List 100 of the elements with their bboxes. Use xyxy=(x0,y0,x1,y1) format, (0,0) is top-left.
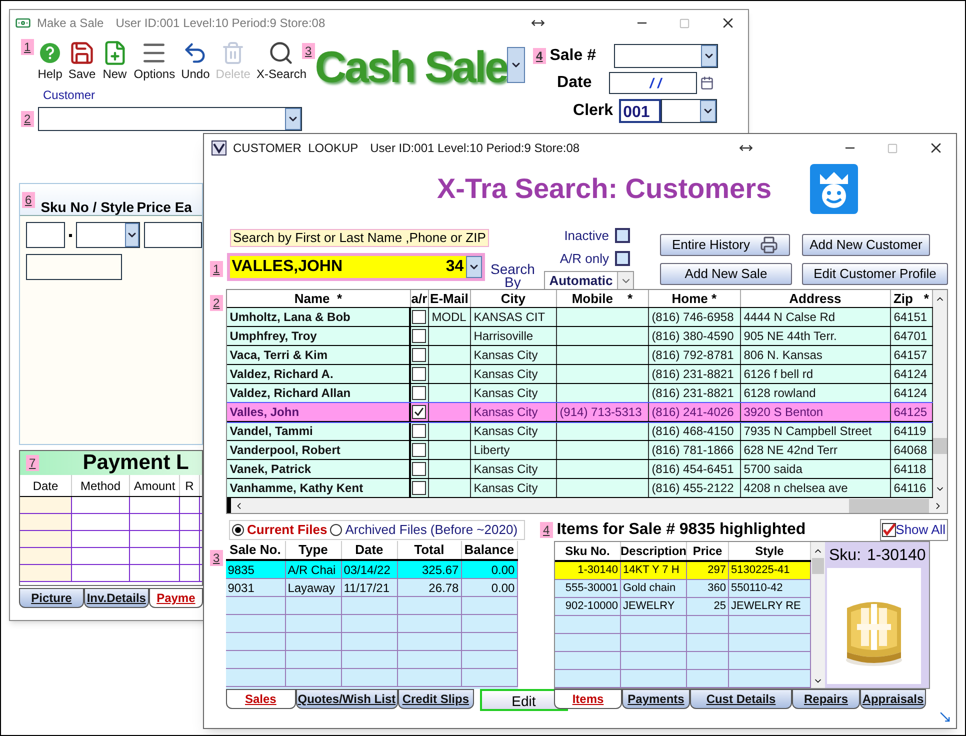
column-header: Balance xyxy=(462,541,518,559)
search-mode-dropdown[interactable]: Automatic xyxy=(544,271,634,291)
checkbox[interactable] xyxy=(615,250,630,266)
table-row[interactable]: Valdez, Richard Allan Kansas City (816) 231-8821 6128 rowland 64124 xyxy=(226,384,933,403)
checkbox[interactable] xyxy=(412,405,426,419)
table-row[interactable]: 902-10000 JEWELRY 25 JEWELRY RE xyxy=(555,598,811,616)
toolbar-button[interactable]: Save xyxy=(66,39,98,81)
checkbox[interactable] xyxy=(615,228,630,244)
text-field[interactable] xyxy=(26,254,122,280)
table-row[interactable]: 9031 Layaway 11/17/21 26.78 0.00 xyxy=(226,579,518,597)
column-header: a/r xyxy=(410,290,429,307)
checkbox[interactable] xyxy=(412,329,426,343)
table-cell-text: 325.67 xyxy=(422,562,459,578)
table-cell-text: Valles, John xyxy=(230,404,300,421)
checkbox[interactable] xyxy=(412,462,426,476)
checkbox-label: A/R only xyxy=(560,250,609,268)
scroll-thumb[interactable] xyxy=(812,558,824,574)
table-cell-text: (816) 792-8781 xyxy=(652,347,734,364)
section-title: Items for Sale # 9835 highlighted xyxy=(556,520,806,540)
column-header: Price Ea xyxy=(136,200,192,215)
table-row[interactable]: Valdez, Richard A. Kansas City (816) 231-8821 6126 f bell rd 64124 xyxy=(226,365,933,384)
clerk-field[interactable]: 001 xyxy=(619,99,662,123)
radio-option[interactable]: Archived Files (Before ~2020) xyxy=(330,520,518,540)
table-row[interactable]: Vaca, Terri & Kim Kansas City (816) 792-8781 806 N. Kansas 64157 xyxy=(226,346,933,365)
table-row[interactable]: Vanderpool, Robert Liberty (816) 781-1866 628 NE 42nd Terr 64068 xyxy=(226,441,933,460)
date-field[interactable]: / / xyxy=(608,72,697,94)
checkbox[interactable] xyxy=(412,481,426,495)
vertical-scrollbar[interactable] xyxy=(811,542,825,688)
table-cell-text: 0.00 xyxy=(491,580,515,596)
dropdown-button[interactable] xyxy=(700,100,716,122)
table-row[interactable]: 555-30001 Gold chain 360 550110-42 xyxy=(555,580,811,598)
clerk-dropdown[interactable] xyxy=(661,99,718,123)
tab[interactable]: Credit Slips xyxy=(398,689,474,709)
window-info: User ID:001 Level:10 Period:9 Store:08 xyxy=(370,140,580,157)
checkbox[interactable] xyxy=(412,367,426,381)
show-all-checkbox[interactable]: Show All xyxy=(880,519,948,541)
table-cell-text: Vanhamme, Kathy Kent xyxy=(230,480,364,497)
checkbox[interactable] xyxy=(412,310,426,324)
scroll-thumb[interactable] xyxy=(932,438,947,454)
table-row[interactable]: Umholtz, Lana & Bob MODL KANSAS CIT (816) 746-6958 4444 N Calse Rd 64151 xyxy=(226,308,933,327)
dropdown-button[interactable] xyxy=(700,45,717,67)
vertical-scrollbar[interactable] xyxy=(932,290,947,498)
sale-number-field[interactable] xyxy=(614,44,718,68)
table-row[interactable]: Vanhamme, Kathy Kent Kansas City (816) 455-2122 4208 n chelsea ave 64116 xyxy=(226,479,933,498)
table-cell-text: 806 N. Kansas xyxy=(744,347,822,364)
toolbar-button[interactable]: New xyxy=(100,39,130,81)
checkbox-icon xyxy=(882,523,896,537)
table-row[interactable]: Umphfrey, Troy Harrisoville (816) 380-4590 905 NE 44th Terr. 64701 xyxy=(226,327,933,346)
style-field[interactable] xyxy=(76,222,140,248)
field-label: Date xyxy=(557,73,592,93)
toolbar-button[interactable]: Help xyxy=(36,39,64,81)
dropdown-button[interactable] xyxy=(285,108,301,130)
price-field[interactable] xyxy=(144,222,202,248)
tab[interactable]: Appraisals xyxy=(860,689,926,709)
column-header: Home * xyxy=(648,290,741,307)
table-row[interactable]: Vandel, Tammi Kansas City (816) 468-4150 7935 N Campbell Street 64119 xyxy=(226,422,933,441)
checkbox[interactable] xyxy=(412,348,426,362)
tab[interactable]: Picture xyxy=(19,588,84,608)
action-button[interactable]: Add New Sale xyxy=(660,263,792,285)
checkbox[interactable] xyxy=(412,443,426,457)
table-cell-text: Vandel, Tammi xyxy=(230,423,313,440)
sku-field[interactable] xyxy=(26,222,65,248)
tab[interactable]: Repairs xyxy=(792,689,860,709)
table-cell-text: Gold chain xyxy=(623,581,676,596)
tab[interactable]: Cust Details xyxy=(690,689,792,709)
search-field[interactable]: VALLES,JOHN 34 xyxy=(226,253,485,281)
action-button[interactable]: Entire History xyxy=(660,234,790,256)
tab[interactable]: Inv.Details xyxy=(84,588,149,608)
table-row[interactable]: 1-30140 14KT Y 7 H 297 5130225-41 xyxy=(555,562,811,580)
column-header: Sku No / Style xyxy=(40,200,131,215)
table-row[interactable]: Valles, John Kansas City (914) 713-5313 (816) 241-4026 3920 S Benton 64125 xyxy=(226,403,933,422)
tab[interactable]: Sales xyxy=(226,689,296,709)
toolbar-button[interactable]: Options xyxy=(132,39,178,81)
table-cell-text: Kansas City xyxy=(474,480,538,497)
action-button[interactable]: Edit Customer Profile xyxy=(802,263,948,285)
dropdown-button[interactable] xyxy=(466,256,482,278)
horizontal-scrollbar[interactable] xyxy=(226,498,947,513)
action-button[interactable]: Add New Customer xyxy=(802,234,930,256)
toolbar-button[interactable]: Undo xyxy=(179,39,212,81)
tab[interactable]: Quotes/Wish List xyxy=(296,689,398,709)
radio-option[interactable]: Current Files xyxy=(232,520,328,540)
tab[interactable]: Payments xyxy=(622,689,690,709)
table-cell-text: MODL xyxy=(432,309,466,326)
table-cell-text: 5130225-41 xyxy=(731,563,790,578)
calendar-icon[interactable] xyxy=(700,76,714,90)
scroll-thumb[interactable] xyxy=(848,499,929,513)
customer-field[interactable] xyxy=(38,107,302,131)
table-row[interactable]: 9835 A/R Chai 03/14/22 325.67 0.00 xyxy=(226,561,518,579)
table-cell-text: Harrisoville xyxy=(474,328,534,345)
table-cell-text: Kansas City xyxy=(474,385,538,402)
table-row[interactable]: Vanek, Patrick Kansas City (816) 454-6451 5700 saida 64118 xyxy=(226,460,933,479)
tab[interactable]: Items xyxy=(554,689,622,709)
column-header: Total xyxy=(398,541,462,559)
table-cell-text: Vanderpool, Robert xyxy=(230,442,340,459)
checkbox[interactable] xyxy=(412,386,426,400)
tab[interactable]: Payme xyxy=(148,588,203,608)
panel-title: Payment L xyxy=(82,450,189,476)
table-cell-text: Vaca, Terri & Kim xyxy=(230,347,328,364)
checkbox[interactable] xyxy=(412,424,426,438)
dropdown-button[interactable] xyxy=(125,223,140,247)
